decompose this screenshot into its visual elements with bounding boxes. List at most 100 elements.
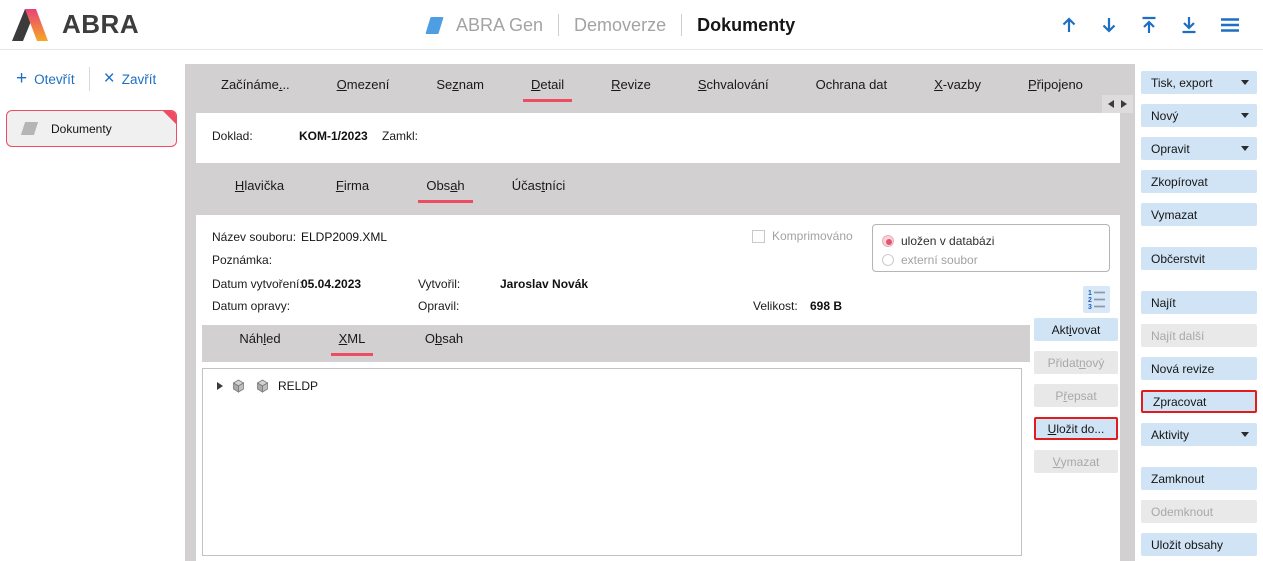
arrow-down-button[interactable] [1099,15,1119,35]
tab-omezeni[interactable]: Omezení [329,77,398,102]
tree-node[interactable]: RELDP [203,369,1021,394]
radio-ulozen-v-databazi[interactable]: uložen v databázi [882,231,1109,250]
svg-text:3: 3 [1088,304,1092,311]
sidebar-item-label: Dokumenty [51,122,112,136]
tab-schvalovani[interactable]: Schvalování [690,77,777,102]
close-icon: × [104,72,115,86]
button-label: Zamknout [1151,472,1204,486]
logo-wordmark: ABRA [62,9,139,40]
radio-externi-soubor[interactable]: externí soubor [882,250,1109,269]
tree-expander-icon[interactable] [217,382,223,390]
row-numbering-button[interactable]: 123 [1083,286,1110,313]
scroll-left-button[interactable] [1108,100,1114,108]
button-label: Odemknout [1151,505,1213,519]
close-button[interactable]: × Zavřít [104,72,157,87]
xml-node-icon [230,378,247,394]
tab-label: Ochrana dat [808,77,896,102]
arrow-up-button[interactable] [1059,15,1079,35]
close-label: Zavřít [122,72,157,87]
button-zkopirovat[interactable]: Zkopírovat [1141,170,1257,193]
tab-label: X-vazby [926,77,989,102]
button-aktivity[interactable]: Aktivity [1141,423,1257,446]
compressed-checkbox[interactable]: Komprimováno [752,229,853,243]
tab-ochrana-dat[interactable]: Ochrana dat [808,77,896,102]
tab-revize[interactable]: Revize [603,77,659,102]
tab-seznam[interactable]: Seznam [428,77,492,102]
created-by-value: Jaroslav Novák [500,277,588,291]
inner-tab-bar: NáhledXMLObsah [202,325,1030,362]
tab-zaciname[interactable]: Začínáme... [213,77,298,102]
button-vymazat[interactable]: Vymazat [1141,203,1257,226]
tab-obsah[interactable]: Obsah [399,178,492,203]
button-zamknout[interactable]: Zamknout [1141,467,1257,490]
button-najit[interactable]: Najít [1141,291,1257,314]
checkbox-label: Komprimováno [772,229,853,243]
button-label: Vymazat [1151,208,1197,222]
title-divider [558,14,559,36]
sidebar-item-dokumenty[interactable]: Dokumenty [6,110,177,147]
scroll-left-icon [1108,100,1114,108]
tab-hlavicka[interactable]: Hlavička [213,178,306,203]
tab-detail[interactable]: Detail [523,77,572,102]
button-vymazat[interactable]: Vymazat [1034,450,1118,473]
tree-node-label: RELDP [278,379,318,393]
button-ulozit-obsahy[interactable]: Uložit obsahy [1141,533,1257,556]
detail-tab-bar: HlavičkaFirmaObsah Účastníci [213,170,585,210]
arrow-to-top-button[interactable] [1139,15,1159,35]
tab-x-vazby[interactable]: X-vazby [926,77,989,102]
scroll-right-button[interactable] [1121,100,1127,108]
button-label: Najít další [1151,329,1204,343]
sidebar-toolbar: + Otevřít × Zavřít [0,64,185,94]
button-aktivovat[interactable]: Aktivovat [1034,318,1118,341]
tab-label: Účastníci [504,178,573,203]
tab-ucastnici[interactable]: Účastníci [492,178,585,203]
svg-text:1: 1 [1088,290,1092,297]
title-divider [681,14,682,36]
doklad-label: Doklad: [212,129,253,143]
tab-label: Revize [603,77,659,102]
dropdown-caret-icon [1241,432,1249,437]
tab-label: Začínáme... [213,77,298,102]
created-by-label: Vytvořil: [418,277,460,291]
button-label: Nová revize [1151,362,1214,376]
created-value: 05.04.2023 [301,277,361,291]
detail-panel: Název souboru: ELDP2009.XML Poznámka: Da… [196,215,1120,561]
created-label: Datum vytvoření: [212,277,303,291]
arrow-to-bottom-button[interactable] [1179,15,1199,35]
tab-label: Omezení [329,77,398,102]
button-obcerstvit[interactable]: Občerstvit [1141,247,1257,270]
button-zpracovat[interactable]: Zpracovat [1141,390,1257,413]
button-tisk-export[interactable]: Tisk, export [1141,71,1257,94]
menu-button[interactable] [1219,15,1241,35]
open-button[interactable]: + Otevřít [16,72,75,87]
dropdown-caret-icon [1241,80,1249,85]
button-novy[interactable]: Nový [1141,104,1257,127]
button-odemknout[interactable]: Odemknout [1141,500,1257,523]
hamburger-menu-icon [1219,15,1241,35]
tab-nahled[interactable]: Náhled [214,331,306,356]
main-tab-bar: Začínáme... Omezení Seznam Detail Revize Schv… [213,66,1091,112]
button-nova-revize[interactable]: Nová revize [1141,357,1257,380]
button-label: Zpracovat [1153,395,1206,409]
modified-by-label: Opravil: [418,299,459,313]
content-actions: Aktivovat Přidat nový Přepsat Uložit do... V… [1034,318,1118,473]
tab-xml[interactable]: XML [306,331,398,356]
tab-label: Schvalování [690,77,777,102]
button-najit-dalsi[interactable]: Najít další [1141,324,1257,347]
tab-pripojeno[interactable]: Připojeno [1020,77,1091,102]
xml-tree[interactable]: RELDP [202,368,1022,556]
button-label: Aktivity [1151,428,1189,442]
window-toolbar [1059,0,1241,50]
app-title: ABRA Gen Demoverze Dokumenty [428,0,795,50]
arrow-up-icon [1059,15,1079,35]
action-panel: Tisk, export Nový Opravit Zkopírovat Vymazat… [1135,50,1263,561]
tab-firma[interactable]: Firma [306,178,399,203]
note-label: Poznámka: [212,253,272,267]
button-prepsat[interactable]: Přepsat [1034,384,1118,407]
button-ulozit-do[interactable]: Uložit do... [1034,417,1118,440]
tab-label: Detail [523,77,572,102]
button-pridat-novy[interactable]: Přidat nový [1034,351,1118,374]
abra-logo: ABRA [12,7,139,41]
button-opravit[interactable]: Opravit [1141,137,1257,160]
tab-obsah[interactable]: Obsah [398,331,490,356]
